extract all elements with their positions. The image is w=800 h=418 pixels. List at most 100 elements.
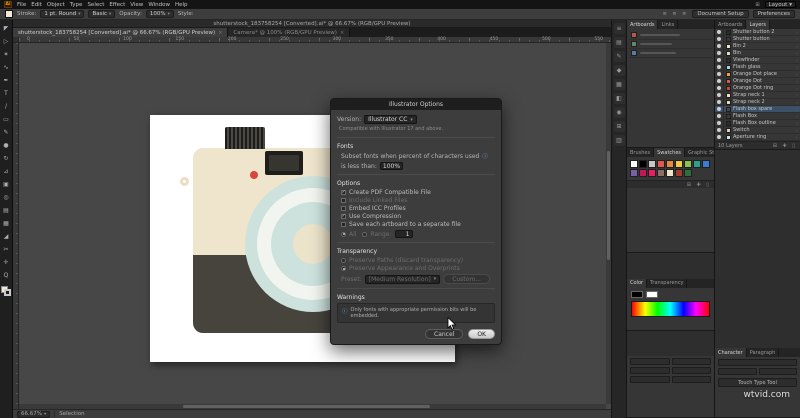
zoom-level-select[interactable]: 66.67% ▾ [17, 410, 51, 418]
gradient-tool[interactable]: ▤ [0, 204, 12, 217]
appearance-panel-icon[interactable]: ◉ [613, 107, 625, 118]
layers-tab-layers[interactable]: Layers [746, 20, 771, 29]
lasso-tool[interactable]: ∿ [0, 61, 12, 74]
menu-help[interactable]: Help [175, 2, 188, 8]
panel-list-item[interactable] [629, 49, 712, 58]
scale-tool[interactable]: ⊿ [0, 165, 12, 178]
font-family-input[interactable] [718, 359, 797, 366]
color-swatch[interactable] [657, 160, 665, 168]
color-tab-color[interactable]: Color [627, 278, 648, 288]
swatches-panel-icon[interactable]: ▤ [613, 37, 625, 48]
zoom-tool[interactable]: Q [0, 269, 12, 282]
visibility-eye-icon[interactable] [717, 128, 721, 132]
panel-footer-icons[interactable]: ⊞ ✚ ▯ [687, 182, 711, 188]
document-tab[interactable]: shutterstock_183758254 [Converted].ai* @… [13, 28, 229, 37]
color-swatch[interactable] [648, 169, 656, 177]
horizontal-scrollbar[interactable] [19, 404, 606, 409]
layers-footer-icons[interactable]: ⊞ ✚ ▯ [773, 143, 797, 149]
version-select[interactable]: Illustrator CC ▾ [364, 115, 417, 124]
symbols-panel-icon[interactable]: ◆ [613, 65, 625, 76]
close-tab-icon[interactable]: × [340, 30, 344, 36]
option-embed-icc-profiles[interactable]: Embed ICC Profiles [341, 205, 495, 212]
color-swatch[interactable] [693, 160, 701, 168]
gradient-panel-icon[interactable]: ▥ [613, 135, 625, 146]
color-swatch[interactable] [648, 160, 656, 168]
layer-target-icon[interactable]: ◦ [796, 128, 798, 133]
eyedropper-tool[interactable]: ◢ [0, 230, 12, 243]
color-swatch[interactable] [675, 169, 683, 177]
color-spectrum[interactable] [631, 300, 710, 317]
visibility-eye-icon[interactable] [717, 72, 721, 76]
document-tab[interactable]: Camera* @ 100% (RGB/GPU Preview) × [228, 28, 351, 37]
brushes-panel-icon[interactable]: ✎ [613, 51, 625, 62]
direct-selection-tool[interactable]: ▷ [0, 35, 12, 48]
field-input[interactable] [630, 376, 670, 383]
layer-target-icon[interactable]: ◦ [796, 30, 798, 35]
layer-target-icon[interactable]: ◦ [796, 44, 798, 49]
color-swatch[interactable] [630, 160, 638, 168]
layer-target-icon[interactable]: ◦ [796, 37, 798, 42]
visibility-eye-icon[interactable] [717, 100, 721, 104]
line-segment-tool[interactable]: / [0, 100, 12, 113]
character-tab-character[interactable]: Character [715, 348, 747, 357]
layer-target-icon[interactable]: ◦ [796, 93, 798, 98]
cancel-button[interactable]: Cancel [425, 329, 464, 339]
subset-percent-input[interactable]: 100% [379, 162, 404, 170]
close-tab-icon[interactable]: × [218, 30, 222, 36]
layer-target-icon[interactable]: ◦ [796, 51, 798, 56]
pen-tool[interactable]: ✒ [0, 74, 12, 87]
variable-width-select[interactable]: Basic ▾ [88, 10, 116, 18]
ok-button[interactable]: OK [468, 329, 495, 339]
swatches-tab-graphic-styles[interactable]: Graphic Styles [685, 148, 714, 157]
menu-window[interactable]: Window [148, 2, 170, 8]
panel-list-item[interactable] [629, 40, 712, 49]
visibility-eye-icon[interactable] [717, 107, 721, 111]
visibility-eye-icon[interactable] [717, 37, 721, 41]
white-color-chip[interactable] [646, 290, 658, 298]
option-save-each-artboard-to-a-separate-file[interactable]: Save each artboard to a separate file [341, 221, 495, 228]
layer-target-icon[interactable]: ◦ [796, 65, 798, 70]
hand-tool[interactable]: ✛ [0, 256, 12, 269]
color-swatch[interactable] [666, 160, 674, 168]
font-size-input[interactable] [718, 368, 757, 375]
visibility-eye-icon[interactable] [717, 121, 721, 125]
document-setup-button[interactable]: Document Setup [692, 10, 749, 18]
scissors-tool[interactable]: ✂ [0, 243, 12, 256]
links-panel-icon[interactable]: ⊞ [613, 121, 625, 132]
menu-effect[interactable]: Effect [109, 2, 125, 8]
type-tool[interactable]: T [0, 87, 12, 100]
rotate-tool[interactable]: ↻ [0, 152, 12, 165]
field-input[interactable] [671, 376, 711, 383]
scrollbar-thumb[interactable] [183, 405, 430, 408]
field-input[interactable] [630, 358, 670, 365]
artboards-tab-links[interactable]: Links [658, 20, 679, 29]
shape-builder-tool[interactable]: ◎ [0, 191, 12, 204]
color-swatch[interactable] [639, 169, 647, 177]
menu-file[interactable]: File [17, 2, 26, 8]
workspace-switcher[interactable]: Layout ▾ [764, 1, 796, 8]
transparency-panel-icon[interactable]: ◧ [613, 93, 625, 104]
brush-definition-select[interactable]: 1 pt. Round ▾ [40, 10, 85, 18]
option-create-pdf-compatible-file[interactable]: ✓ Create PDF Compatible File [341, 189, 495, 196]
swatches-tab-swatches[interactable]: Swatches [654, 148, 686, 157]
swatches-tab-brushes[interactable]: Brushes [627, 148, 655, 157]
color-swatch[interactable] [684, 169, 692, 177]
menu-edit[interactable]: Edit [31, 2, 42, 8]
visibility-eye-icon[interactable] [717, 44, 721, 48]
layers-tab-artboards[interactable]: Artboards [715, 20, 747, 29]
pencil-tool[interactable]: ✎ [0, 126, 12, 139]
preferences-button[interactable]: Preferences [752, 10, 795, 18]
visibility-eye-icon[interactable] [717, 65, 721, 69]
visibility-eye-icon[interactable] [717, 58, 721, 62]
visibility-eye-icon[interactable] [717, 79, 721, 83]
free-transform-tool[interactable]: ▣ [0, 178, 12, 191]
field-input[interactable] [671, 367, 711, 374]
menu-type[interactable]: Type [70, 2, 83, 8]
menu-select[interactable]: Select [87, 2, 104, 8]
color-swatch[interactable] [684, 160, 692, 168]
layer-target-icon[interactable]: ◦ [796, 121, 798, 126]
stroke-panel-icon[interactable]: ≡ [613, 23, 625, 34]
fill-color-chip[interactable] [5, 10, 13, 18]
character-tab-paragraph[interactable]: Paragraph [747, 348, 780, 357]
color-swatch[interactable] [657, 169, 665, 177]
